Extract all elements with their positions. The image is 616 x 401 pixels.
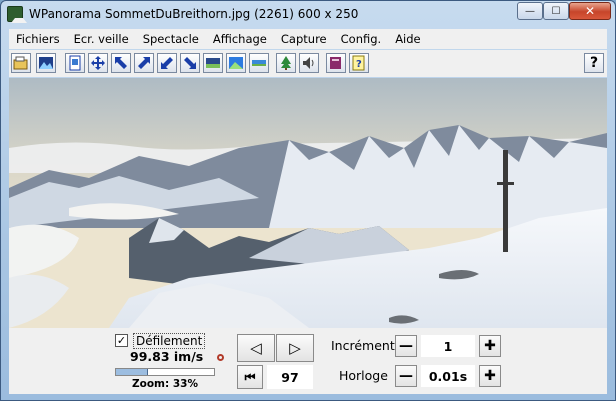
clock-plus-button[interactable]: ✚ [479,365,501,387]
zoom-slider-fill [116,369,149,375]
menu-affichage[interactable]: Affichage [206,32,274,46]
menu-aide[interactable]: Aide [388,32,427,46]
image-strip-icon[interactable] [249,53,269,73]
increment-minus-button[interactable]: — [395,335,417,357]
zoom-label: Zoom: 33% [132,378,198,390]
wpanorama-app-icon[interactable] [7,6,27,23]
svg-text:?: ? [356,59,362,70]
tree-icon[interactable] [276,53,296,73]
scroll-label[interactable]: Défilement [133,333,206,349]
previous-image-button[interactable]: ◁ [237,334,275,362]
panorama-image [9,78,607,328]
close-button[interactable]: ✕ [569,2,611,20]
menu-ecr-veille[interactable]: Ecr. veille [67,32,136,46]
clock-field[interactable]: 0.01s [421,365,475,387]
image-wide-icon[interactable] [203,53,223,73]
window-title: WPanorama SommetDuBreithorn.jpg (2261) 6… [29,7,359,21]
panorama-viewport[interactable] [9,78,607,328]
increment-plus-button[interactable]: ✚ [479,335,501,357]
help-button[interactable]: ? [584,53,604,73]
clock-minus-button[interactable]: — [395,365,417,387]
speed-readout: 99.83 im/s [130,349,204,364]
next-image-button[interactable]: ▷ [276,334,314,362]
clock-label: Horloge [339,368,388,383]
first-image-button[interactable]: ⏮ [237,365,263,389]
increment-label: Incrément [331,338,395,353]
shrink-icon[interactable] [157,53,177,73]
image-icon[interactable] [36,53,56,73]
menu-bar: Fichiers Ecr. veille Spectacle Affichage… [9,29,607,49]
zoom-slider[interactable] [115,368,215,376]
menu-fichiers[interactable]: Fichiers [9,32,67,46]
help-page-icon[interactable]: ? [349,53,369,73]
left-up-icon[interactable] [111,53,131,73]
page-icon[interactable] [65,53,85,73]
toolbar: ? ? [9,50,607,77]
sound-icon[interactable] [299,53,319,73]
open-icon[interactable] [11,53,31,73]
increment-field[interactable]: 1 [421,335,475,357]
menu-config[interactable]: Config. [334,32,389,46]
title-bar[interactable]: WPanorama SommetDuBreithorn.jpg (2261) 6… [1,1,615,29]
minimize-button[interactable]: — [517,2,543,20]
move-icon[interactable] [88,53,108,73]
image-blue-icon[interactable] [226,53,246,73]
right-down-icon[interactable] [180,53,200,73]
maximize-button[interactable]: ☐ [543,2,569,20]
book-icon[interactable] [326,53,346,73]
control-panel: ✓ Défilement 99.83 im/s Zoom: 33% ◁ ▷ ⏮ … [9,328,607,394]
app-window: WPanorama SommetDuBreithorn.jpg (2261) 6… [0,0,616,401]
scroll-checkbox[interactable]: ✓ [115,334,128,347]
speed-indicator-icon [217,354,224,361]
menu-capture[interactable]: Capture [274,32,334,46]
expand-icon[interactable] [134,53,154,73]
menu-spectacle[interactable]: Spectacle [136,32,206,46]
image-index-field[interactable]: 97 [267,365,313,389]
